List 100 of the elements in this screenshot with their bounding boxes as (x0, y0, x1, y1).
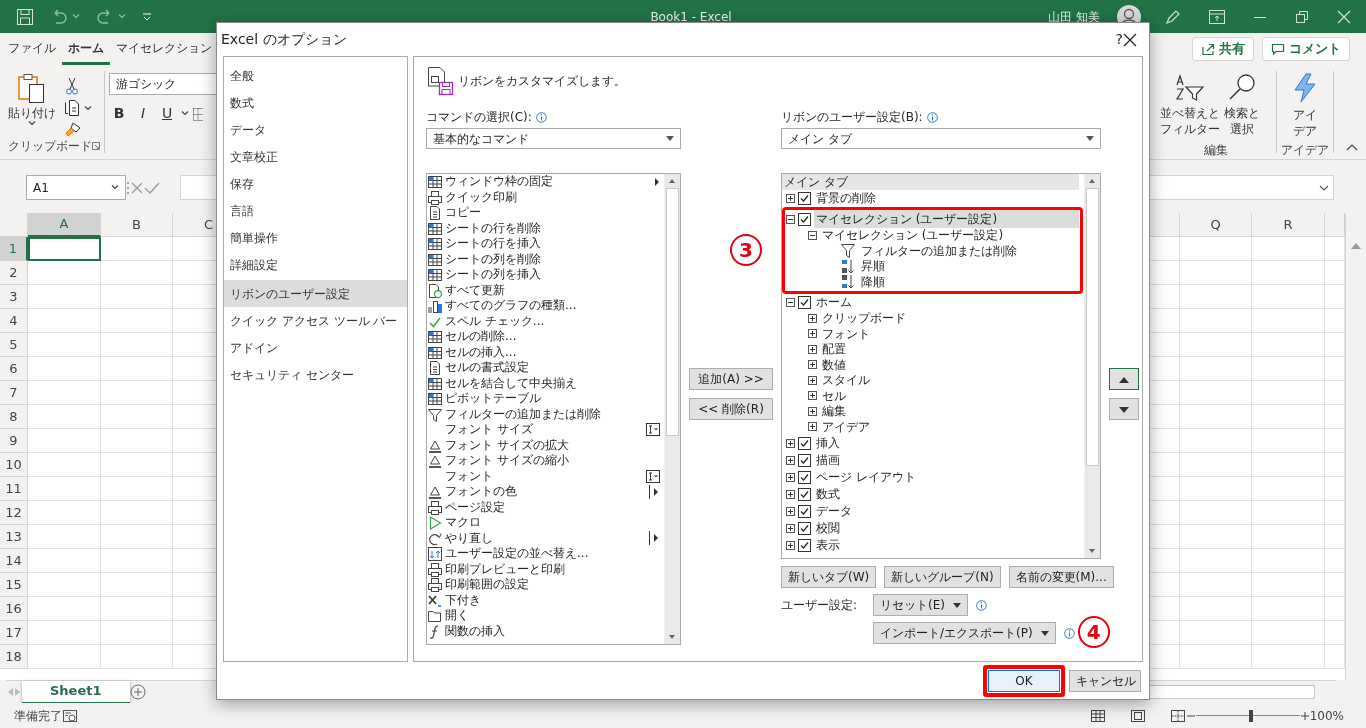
new-tab-button[interactable]: 新しいタブ(W) (781, 566, 877, 588)
command-item[interactable]: ユーザー設定の並べ替え... (427, 546, 664, 562)
command-list[interactable] (426, 173, 681, 645)
ribbon-tab[interactable]: マイセレクション (110, 33, 218, 65)
enter-icon[interactable] (144, 180, 160, 195)
row-header[interactable]: 3 (0, 285, 28, 309)
copy-icon[interactable] (64, 99, 80, 117)
grid-cell[interactable] (101, 525, 173, 549)
zoom-slider[interactable] (1195, 708, 1300, 723)
grid-cell[interactable] (101, 237, 173, 261)
reset-button[interactable]: リセット(E) (873, 594, 968, 616)
row-header[interactable]: 18 (0, 645, 28, 669)
expand-icon[interactable] (786, 472, 795, 482)
row-header[interactable]: 9 (0, 429, 28, 453)
italic-button[interactable]: I (133, 103, 153, 124)
tree-item[interactable]: マイセレクション (ユーザー設定) (786, 227, 1079, 243)
nav-item[interactable]: アドイン (224, 334, 407, 361)
command-item[interactable]: 下付き (427, 592, 664, 608)
grid-cell[interactable] (1180, 333, 1252, 357)
expand-icon[interactable] (808, 375, 817, 385)
grid-cell[interactable] (101, 405, 173, 429)
grid-cell[interactable] (28, 477, 101, 501)
tree-item[interactable]: 描画 (786, 451, 1079, 469)
command-item[interactable]: シートの行を挿入 (427, 236, 664, 252)
tree-item[interactable]: スタイル (786, 372, 1079, 388)
grid-cell[interactable] (28, 429, 101, 453)
grid-cell[interactable] (1252, 525, 1325, 549)
command-item[interactable]: スペル チェック... (427, 313, 664, 329)
nav-item[interactable]: 全般 (224, 62, 407, 89)
info-icon[interactable] (1063, 627, 1075, 639)
grid-cell[interactable] (1180, 477, 1252, 501)
grid-cell[interactable] (1252, 405, 1325, 429)
tree-item[interactable]: 背景の削除 (786, 189, 1079, 207)
paste-button[interactable]: 貼り付け (8, 73, 56, 137)
expand-icon[interactable] (786, 506, 795, 516)
borders-icon[interactable] (193, 105, 203, 122)
row-header[interactable]: 8 (0, 405, 28, 429)
column-header[interactable]: A (28, 213, 101, 237)
info-icon[interactable] (975, 599, 987, 611)
checkbox[interactable] (798, 487, 811, 501)
normal-view-icon[interactable] (1089, 708, 1106, 723)
grid-cell[interactable] (28, 597, 101, 621)
row-header[interactable]: 13 (0, 525, 28, 549)
expand-icon[interactable] (786, 193, 795, 203)
row-header[interactable]: 2 (0, 261, 28, 285)
nav-item[interactable]: 数式 (224, 89, 407, 116)
tree-item[interactable]: ページ レイアウト (786, 468, 1079, 486)
nav-item[interactable]: リボンのユーザー設定 (224, 280, 407, 307)
page-break-icon[interactable] (1169, 708, 1186, 723)
grid-cell[interactable] (1252, 477, 1325, 501)
row-header[interactable]: 14 (0, 549, 28, 573)
nav-item[interactable]: セキュリティ センター (224, 361, 407, 388)
cancel-icon[interactable] (130, 180, 144, 195)
expand-icon[interactable] (808, 422, 817, 432)
restore-icon[interactable] (1294, 8, 1310, 25)
tree-item[interactable]: 表示 (786, 536, 1079, 554)
grid-cell[interactable] (101, 477, 173, 501)
command-item[interactable]: フォント (427, 468, 664, 484)
collapse-icon[interactable] (786, 297, 795, 307)
nav-item[interactable]: クイック アクセス ツール バー (224, 307, 407, 334)
grid-cell[interactable] (1252, 621, 1325, 645)
command-item[interactable]: セルを結合して中央揃え (427, 375, 664, 391)
expand-icon[interactable] (786, 438, 795, 448)
command-item[interactable]: セルの書式設定 (427, 360, 664, 376)
checkbox[interactable] (798, 470, 811, 484)
row-header[interactable]: 17 (0, 621, 28, 645)
tree-item[interactable]: 挿入 (786, 434, 1079, 452)
command-item[interactable]: セルの挿入... (427, 344, 664, 360)
underline-button[interactable]: U (157, 103, 177, 124)
grid-cell[interactable] (1180, 405, 1252, 429)
grid-cell[interactable] (28, 333, 101, 357)
command-item[interactable]: ピボットテーブル (427, 391, 664, 407)
tree-item[interactable]: 数式 (786, 485, 1079, 503)
grid-cell[interactable] (101, 261, 173, 285)
column-header[interactable] (1325, 213, 1345, 237)
scissors-icon[interactable] (64, 77, 80, 95)
tree-item[interactable]: クリップボード (786, 310, 1079, 326)
zoom-percentage[interactable]: 100% (1309, 706, 1344, 725)
info-icon[interactable] (926, 111, 938, 123)
grid-cell[interactable] (1180, 381, 1252, 405)
share-button[interactable]: 共有 (1192, 37, 1254, 61)
grid-cell[interactable] (1180, 429, 1252, 453)
move-up-button[interactable] (1109, 368, 1139, 390)
grid-cell[interactable] (101, 429, 173, 453)
save-icon[interactable] (16, 7, 34, 26)
checkbox[interactable] (798, 436, 811, 450)
expand-icon[interactable] (786, 523, 795, 533)
grid-cell[interactable] (1252, 501, 1325, 525)
command-item[interactable]: クイック印刷 (427, 189, 664, 205)
nav-item[interactable]: データ (224, 116, 407, 143)
command-item[interactable]: やり直し (427, 530, 664, 546)
close-icon[interactable] (1123, 32, 1137, 47)
ribbon-display-icon[interactable] (1208, 8, 1226, 25)
grid-cell[interactable] (101, 333, 173, 357)
selected-cell[interactable] (28, 237, 101, 261)
expand-icon[interactable] (808, 406, 817, 416)
command-item[interactable]: フィルターの追加または削除 (427, 406, 664, 422)
command-item[interactable]: シートの行を削除 (427, 220, 664, 236)
command-item[interactable]: ウィンドウ枠の固定 (427, 174, 664, 190)
grid-cell[interactable] (101, 357, 173, 381)
